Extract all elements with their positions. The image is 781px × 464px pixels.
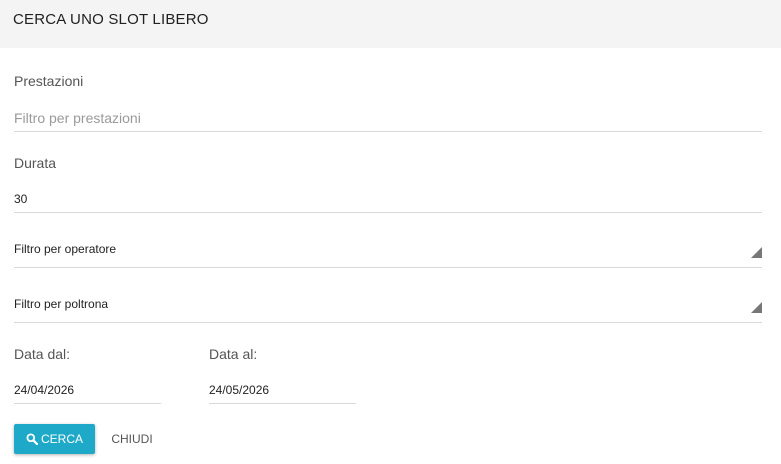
prestazioni-filter-input[interactable] — [14, 104, 762, 132]
data-dal-label: Data dal: — [14, 346, 71, 362]
search-icon — [26, 433, 38, 445]
search-button[interactable]: CERCA — [14, 424, 95, 454]
durata-label: Durata — [14, 155, 57, 171]
search-button-label: CERCA — [40, 432, 83, 446]
prestazioni-label: Prestazioni — [14, 73, 84, 89]
search-slot-dialog: CERCA UNO SLOT LIBERO Prestazioni Durata… — [0, 0, 781, 464]
operatore-select[interactable]: Filtro per operatore — [14, 236, 762, 268]
dropdown-caret-icon — [751, 302, 762, 313]
operatore-select-value: Filtro per operatore — [14, 242, 117, 256]
dialog-header: CERCA UNO SLOT LIBERO — [0, 0, 781, 48]
data-dal-input[interactable] — [14, 376, 161, 404]
poltrona-select[interactable]: Filtro per poltrona — [14, 291, 762, 323]
data-al-input[interactable] — [209, 376, 356, 404]
close-button[interactable]: CHIUDI — [104, 424, 160, 454]
durata-input[interactable] — [14, 186, 762, 213]
poltrona-select-value: Filtro per poltrona — [14, 297, 109, 311]
dropdown-caret-icon — [751, 247, 762, 258]
data-al-label: Data al: — [209, 346, 258, 362]
dialog-title: CERCA UNO SLOT LIBERO — [13, 11, 209, 28]
